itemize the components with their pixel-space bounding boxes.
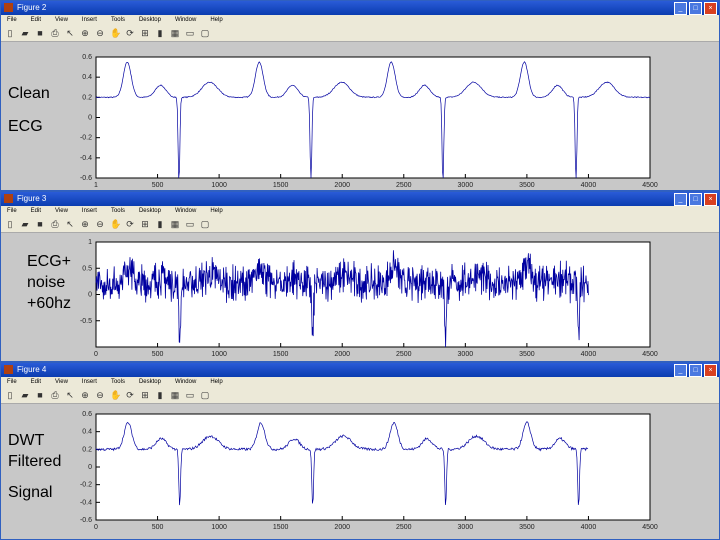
x-tick-label: 4500 [642,351,658,358]
axes[interactable]: 0 500 1000 1500 2000 2500 3000 3500 4000 4500 0.6 0… [80,411,658,531]
x-tick-label: 0 [94,524,98,531]
x-tick-label: 4000 [581,524,597,531]
y-tick-label: -0.2 [80,135,92,142]
x-tick-label: 1500 [273,351,289,358]
x-tick-label: 4500 [642,182,658,189]
x-tick-label: 1000 [211,182,227,189]
x-tick-label: 3500 [519,351,535,358]
y-tick-label: -0.5 [80,318,92,325]
y-tick-label: 0.2 [82,94,92,101]
x-tick-label: 3500 [519,182,535,189]
y-tick-label: 0.5 [82,265,92,272]
x-tick-label: 1500 [273,524,289,531]
x-tick-label: 4000 [581,351,597,358]
x-tick-label: 3000 [458,351,474,358]
x-tick-label: 1000 [211,524,227,531]
y-tick-label: 0 [88,464,92,471]
y-tick-label: 1 [88,239,92,246]
x-tick-label: 2000 [334,524,350,531]
x-tick-label: 500 [152,524,164,531]
axes[interactable]: 1 500 1000 1500 2000 2500 3000 3500 4000 45000.60… [80,54,658,189]
axes[interactable]: 0 500 1000 1500 2000 2500 3000 3500 4000 4500 1 0.5… [80,239,658,358]
x-tick-label: 1 [94,182,98,189]
x-tick-label: 500 [152,182,164,189]
y-tick-label: -0.4 [80,499,92,506]
y-tick-label: 0.6 [82,411,92,418]
plot-area[interactable] [95,56,651,179]
x-tick-label: 1500 [273,182,289,189]
x-tick-label: 0 [94,351,98,358]
y-tick-label: 0.4 [82,74,92,81]
y-tick-label: -0.6 [80,517,92,524]
y-tick-label: 0.2 [82,446,92,453]
x-tick-label: 3500 [519,524,535,531]
x-tick-label: 2000 [334,182,350,189]
plot-area[interactable] [95,413,651,521]
x-tick-label: 500 [152,351,164,358]
x-tick-label: 3000 [458,182,474,189]
x-tick-label: 2500 [396,524,412,531]
y-tick-label: 0 [88,292,92,299]
y-tick-label: 0.4 [82,429,92,436]
plots: 1 500 1000 1500 2000 2500 3000 3500 4000 45000.60… [80,54,658,531]
y-tick-label: 0 [88,115,92,122]
y-tick-label: -0.2 [80,482,92,489]
y-tick-label: -0.4 [80,155,92,162]
y-tick-label: 0.6 [82,54,92,61]
x-tick-label: 3000 [458,524,474,531]
x-tick-label: 1000 [211,351,227,358]
x-tick-label: 4000 [581,182,597,189]
x-tick-label: 4500 [642,524,658,531]
y-tick-label: -0.6 [80,175,92,182]
x-tick-label: 2500 [396,182,412,189]
x-tick-label: 2500 [396,351,412,358]
x-tick-label: 2000 [334,351,350,358]
